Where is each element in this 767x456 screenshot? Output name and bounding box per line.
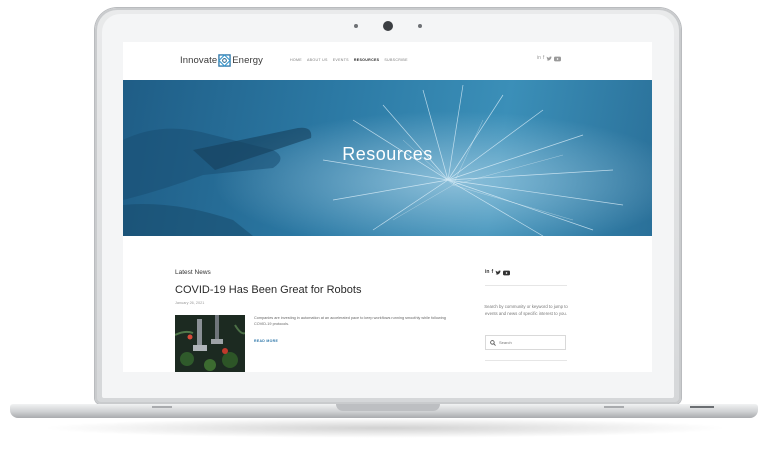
logo-text-left: Innovate bbox=[180, 55, 218, 66]
sidebar-search-box bbox=[485, 335, 566, 350]
sidebar-social-links: in f bbox=[485, 269, 511, 276]
site-header: Innovate Energy HOME ABOUT US EVENTS RES… bbox=[123, 42, 652, 80]
section-heading: Latest News bbox=[175, 269, 211, 276]
hero-title: Resources bbox=[342, 144, 433, 164]
base-port-indicator bbox=[690, 406, 714, 408]
webcam-icon bbox=[383, 21, 393, 31]
search-input[interactable] bbox=[499, 340, 559, 345]
sensor-dot-left bbox=[354, 24, 358, 28]
youtube-icon[interactable] bbox=[554, 56, 562, 62]
nav-item-subscribe[interactable]: SUBSCRIBE bbox=[384, 58, 407, 62]
post-thumbnail[interactable] bbox=[175, 315, 245, 372]
post-date: January 26, 2021 bbox=[175, 301, 205, 305]
site-logo[interactable]: Innovate Energy bbox=[180, 54, 263, 67]
nav-item-home[interactable]: HOME bbox=[290, 58, 302, 62]
header-social-links: in f bbox=[537, 55, 562, 62]
facebook-icon[interactable]: f bbox=[543, 55, 544, 62]
nav-item-events[interactable]: EVENTS bbox=[333, 58, 349, 62]
post-title-link[interactable]: COVID-19 Has Been Great for Robots bbox=[175, 284, 361, 296]
base-slot-right bbox=[604, 406, 624, 408]
browser-screen: Innovate Energy HOME ABOUT US EVENTS RES… bbox=[123, 42, 652, 372]
sidebar-divider bbox=[485, 285, 567, 286]
post-excerpt: Companies are investing in automation at… bbox=[254, 316, 446, 326]
twitter-icon[interactable] bbox=[546, 55, 553, 62]
sensor-dot-right bbox=[418, 24, 422, 28]
laptop-base-notch bbox=[336, 404, 440, 411]
search-icon bbox=[490, 339, 496, 346]
nav-item-about-us[interactable]: ABOUT US bbox=[307, 58, 328, 62]
robot-thumbnail-image bbox=[175, 315, 245, 372]
linkedin-icon[interactable]: in bbox=[485, 269, 489, 276]
laptop-shadow bbox=[40, 418, 730, 438]
read-more-link[interactable]: READ MORE bbox=[254, 339, 278, 343]
logo-mark-icon bbox=[218, 54, 232, 67]
twitter-icon[interactable] bbox=[495, 269, 502, 276]
page-content: Latest News COVID-19 Has Been Great for … bbox=[123, 236, 652, 372]
logo-text-right: Energy bbox=[232, 55, 263, 66]
linkedin-icon[interactable]: in bbox=[537, 55, 541, 62]
sidebar-divider-bottom bbox=[485, 360, 567, 361]
nav-item-resources[interactable]: RESOURCES bbox=[354, 58, 379, 62]
base-slot-left bbox=[152, 406, 172, 408]
main-nav: HOME ABOUT US EVENTS RESOURCES SUBSCRIBE bbox=[290, 58, 408, 62]
facebook-icon[interactable]: f bbox=[491, 269, 493, 276]
youtube-icon[interactable] bbox=[503, 270, 511, 276]
hero-banner: Resources bbox=[123, 80, 652, 236]
sidebar-description: Search by community or keyword to jump t… bbox=[484, 304, 568, 316]
